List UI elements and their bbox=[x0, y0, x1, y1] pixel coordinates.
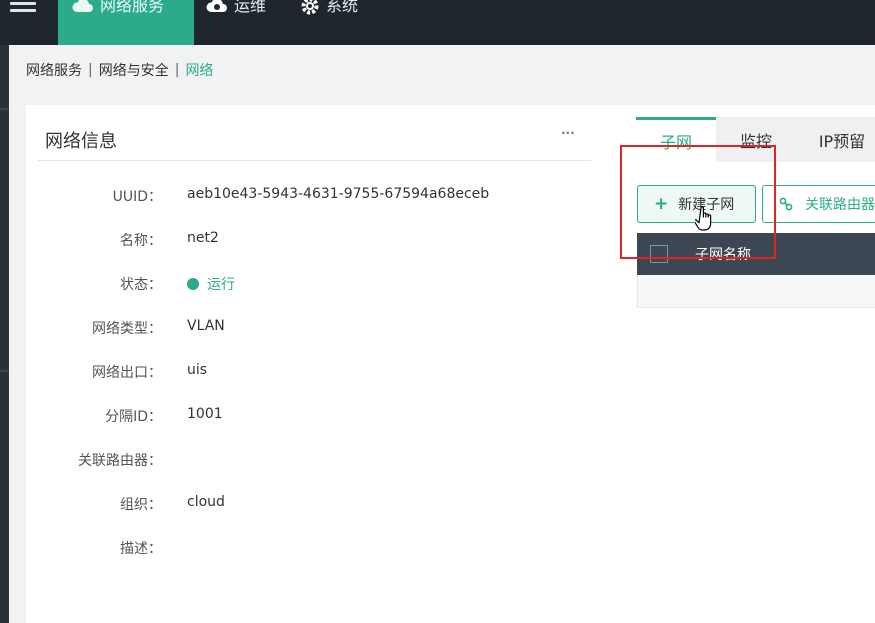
subnet-table-body bbox=[637, 275, 875, 308]
field-label: 网络出口： bbox=[92, 365, 162, 381]
info-row-network-egress: 网络出口： uis bbox=[0, 362, 600, 386]
link-router-button[interactable]: 关联路由器 bbox=[762, 185, 875, 223]
status-text: 运行 bbox=[207, 277, 235, 293]
nav-label: 网络服务 bbox=[100, 0, 165, 15]
field-value: uis bbox=[187, 362, 208, 378]
nav-system[interactable]: 系统 bbox=[300, 0, 358, 45]
nav-operations[interactable]: 运维 bbox=[206, 0, 266, 45]
field-value: cloud bbox=[187, 494, 225, 510]
top-navigation-bar: 网络服务 运维 系统 bbox=[0, 0, 875, 52]
info-row-uuid: UUID： aeb10e43-5943-4631-9755-67594a68ec… bbox=[0, 186, 600, 210]
breadcrumb: 网络服务 | 网络与安全 | 网络 bbox=[26, 60, 213, 80]
breadcrumb-current: 网络 bbox=[185, 63, 214, 79]
field-value: aeb10e43-5943-4631-9755-67594a68eceb bbox=[187, 186, 490, 202]
title-divider bbox=[38, 160, 591, 161]
nav-label: 运维 bbox=[234, 0, 267, 15]
cloud-gear-icon bbox=[206, 0, 227, 12]
field-label: UUID： bbox=[112, 189, 162, 205]
sidebar-divider bbox=[0, 108, 9, 110]
field-value: net2 bbox=[187, 230, 219, 246]
field-label: 分隔ID： bbox=[105, 409, 162, 425]
field-label: 状态： bbox=[120, 277, 162, 293]
menu-icon[interactable] bbox=[10, 0, 36, 12]
field-label: 名称： bbox=[120, 233, 162, 249]
info-row-organization: 组织： cloud bbox=[0, 494, 600, 518]
info-row-router: 关联路由器： bbox=[0, 450, 600, 474]
breadcrumb-separator: | bbox=[88, 62, 93, 78]
nav-network-services[interactable]: 网络服务 bbox=[58, 0, 194, 52]
breadcrumb-item-network-security[interactable]: 网络与安全 bbox=[99, 60, 169, 80]
breadcrumb-item-network-services[interactable]: 网络服务 bbox=[26, 60, 82, 80]
breadcrumb-separator: | bbox=[174, 62, 180, 78]
panel-title: 网络信息 bbox=[45, 131, 117, 152]
gear-icon bbox=[301, 0, 319, 15]
status-badge: 运行 bbox=[187, 274, 235, 294]
field-value: VLAN bbox=[187, 318, 225, 334]
info-row-network-type: 网络类型： VLAN bbox=[0, 318, 600, 342]
highlight-box bbox=[620, 145, 776, 259]
field-label: 关联路由器： bbox=[78, 453, 162, 469]
field-label: 网络类型： bbox=[92, 321, 162, 337]
info-row-description: 描述： bbox=[0, 538, 600, 562]
status-dot-icon bbox=[187, 278, 199, 290]
link-icon bbox=[779, 197, 793, 211]
cloud-icon bbox=[72, 0, 93, 12]
hand-cursor-icon bbox=[695, 206, 712, 231]
more-options-icon[interactable]: ··· bbox=[561, 126, 575, 140]
info-row-status: 状态： 运行 bbox=[0, 274, 600, 298]
info-row-name: 名称： net2 bbox=[0, 230, 600, 254]
field-label: 组织： bbox=[120, 497, 162, 513]
tab-ip-reserve[interactable]: IP预留 bbox=[796, 117, 875, 162]
field-value: 1001 bbox=[187, 406, 223, 422]
info-row-segment-id: 分隔ID： 1001 bbox=[0, 406, 600, 430]
field-label: 描述： bbox=[120, 541, 162, 557]
nav-label: 系统 bbox=[326, 0, 359, 15]
link-router-label: 关联路由器 bbox=[805, 197, 875, 213]
